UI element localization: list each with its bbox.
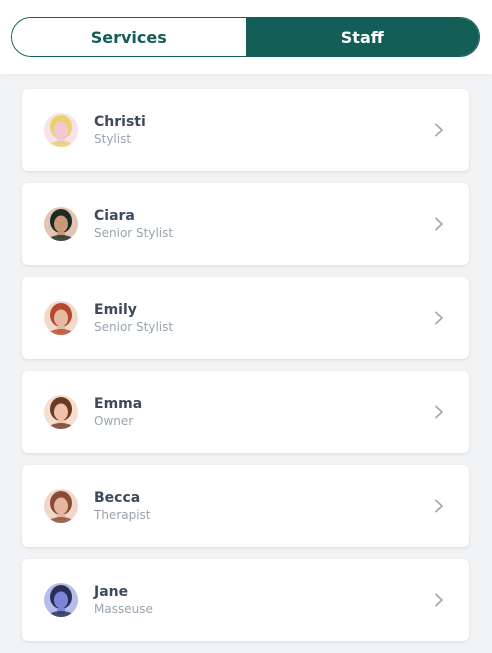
avatar-christi [44,113,78,147]
chevron-right-icon [433,217,445,231]
chevron-right-icon [433,593,445,607]
tab-staff[interactable]: Staff [245,18,479,56]
tab-services[interactable]: Services [12,18,246,56]
avatar-emily [44,301,78,335]
chevron-right-icon [433,311,445,325]
avatar-ciara [44,207,78,241]
segmented-control: Services Staff [11,17,480,57]
staff-card[interactable]: Becca Therapist [22,465,469,547]
staff-card[interactable]: Christi Stylist [22,89,469,171]
chevron-right-icon [433,405,445,419]
staff-card[interactable]: Emily Senior Stylist [22,277,469,359]
avatar-becca [44,489,78,523]
staff-card[interactable]: Jane Masseuse [22,559,469,641]
staff-name: Emily [94,302,137,318]
staff-role: Stylist [94,132,132,146]
staff-role: Masseuse [94,602,153,616]
staff-name: Christi [94,114,146,130]
staff-info: Emma Owner [94,395,142,429]
staff-role: Owner [94,414,134,428]
staff-role: Senior Stylist [94,320,174,334]
staff-info: Ciara Senior Stylist [94,207,173,241]
staff-info: Jane Masseuse [94,583,153,617]
staff-role: Senior Stylist [94,226,174,240]
staff-name: Becca [94,490,141,506]
staff-list: Christi Stylist Ciara Senior Stylist Emi… [22,89,469,653]
staff-name: Jane [94,584,129,600]
staff-info: Christi Stylist [94,113,146,147]
chevron-right-icon [433,499,445,513]
staff-card[interactable]: Emma Owner [22,371,469,453]
staff-card[interactable]: Ciara Senior Stylist [22,183,469,265]
top-bar: Services Staff [0,0,492,74]
staff-info: Becca Therapist [94,489,151,523]
staff-role: Therapist [94,508,151,522]
staff-name: Ciara [94,208,135,224]
staff-name: Emma [94,396,143,412]
avatar-jane [44,583,78,617]
avatar-emma [44,395,78,429]
staff-info: Emily Senior Stylist [94,301,173,335]
chevron-right-icon [433,123,445,137]
